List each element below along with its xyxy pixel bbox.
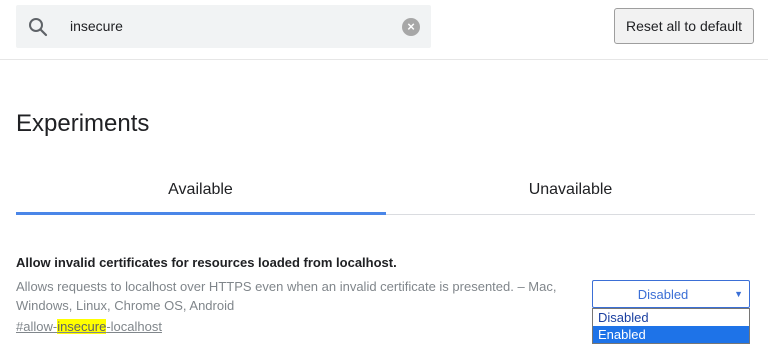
tab-available[interactable]: Available <box>16 165 385 215</box>
experiment-title: Allow invalid certificates for resources… <box>16 255 397 270</box>
search-icon <box>28 17 48 37</box>
experiment-permalink[interactable]: #allow-insecure-localhost <box>16 319 162 334</box>
tab-unavailable[interactable]: Unavailable <box>386 165 755 215</box>
select-value: Disabled <box>637 287 689 302</box>
header-bar: × Reset all to default <box>0 0 768 60</box>
search-input[interactable] <box>70 5 400 48</box>
link-prefix: #allow- <box>16 319 58 334</box>
tab-bar: Available Unavailable <box>16 165 755 215</box>
active-tab-indicator <box>16 212 386 215</box>
option-disabled[interactable]: Disabled <box>593 309 749 326</box>
link-suffix: -localhost <box>106 319 162 334</box>
experiment-description: Allows requests to localhost over HTTPS … <box>16 279 557 313</box>
search-box[interactable]: × <box>16 5 431 48</box>
page-title: Experiments <box>16 110 150 137</box>
select-dropdown: Disabled Enabled <box>592 308 750 344</box>
chevron-down-icon: ▼ <box>734 289 743 299</box>
experiment-state-select[interactable]: Disabled ▼ <box>592 280 750 308</box>
clear-search-icon[interactable]: × <box>402 18 420 36</box>
reset-all-button[interactable]: Reset all to default <box>614 8 754 44</box>
option-enabled[interactable]: Enabled <box>593 326 749 343</box>
search-highlight: insecure <box>57 319 107 334</box>
